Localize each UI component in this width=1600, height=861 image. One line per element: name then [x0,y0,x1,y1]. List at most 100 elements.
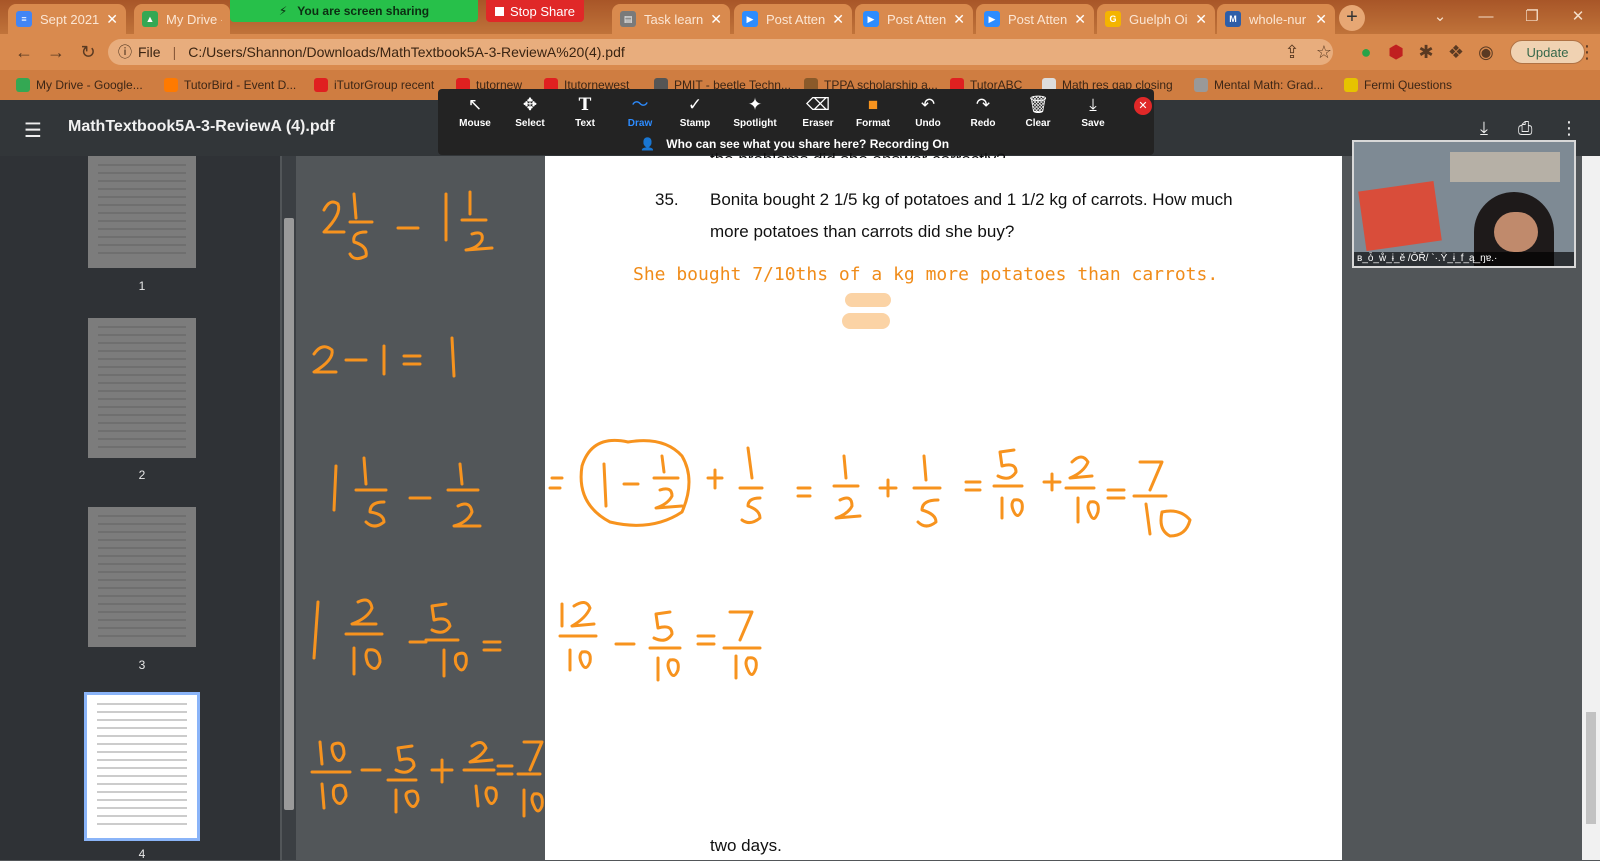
shield-icon: ⚡ [278,4,288,18]
bookmark-my-drive[interactable]: My Drive - Google... [16,76,143,94]
page-thumbnail-4-selected[interactable] [84,692,200,841]
page-thumbnail-1[interactable] [88,156,196,268]
docs-icon: ≡ [16,11,32,27]
extension-icon[interactable]: ✱ [1414,40,1438,64]
ink-expression-3 [332,456,482,528]
pdf-title: MathTextbook5A-3-ReviewA (4).pdf [68,118,335,135]
drive-icon [16,78,30,92]
zoom-icon: ▶ [863,11,879,27]
stop-share-button[interactable]: Stop Share [486,0,584,22]
address-bar[interactable]: ⓘ File | C:/Users/Shannon/Downloads/Math… [108,39,1333,65]
ink-expression-4 [312,598,502,678]
zoom-icon: ▶ [742,11,758,27]
tab-post-atten-1[interactable]: ▶ Post Atten ✕ [734,4,852,34]
star-icon[interactable]: ☆ [1312,40,1336,64]
more-icon[interactable]: ⋮ [1578,40,1596,64]
move-icon: ✥ [522,95,538,114]
question-text: Bonita bought 2 1/5 kg of potatoes and 1… [710,190,1233,209]
update-button[interactable]: Update [1510,40,1585,64]
bookmark-fermi[interactable]: Fermi Questions [1344,76,1452,94]
more-icon[interactable]: ⋮ [1560,118,1578,139]
person-icon: 👤 [640,137,655,151]
sidebar-scrollbar-thumb[interactable] [284,218,294,810]
tool-undo[interactable]: ↶ Undo [901,94,955,134]
tool-spotlight[interactable]: ✦ Spotlight [728,94,782,134]
tool-redo[interactable]: ↷ Redo [956,94,1010,134]
zoom-icon: ▶ [984,11,1000,27]
tab-task-learn[interactable]: ▤ Task learn ✕ [612,4,730,34]
webcam-video[interactable] [1352,140,1576,268]
new-tab-button[interactable]: + [1339,5,1365,31]
question-text: more potatoes than carrots did she buy? [710,222,1015,241]
trash-icon: 🗑 [1027,95,1049,114]
close-annotation-icon[interactable]: ✕ [1134,97,1152,115]
back-icon[interactable]: ← [12,40,36,64]
avatar[interactable]: ◉ [1474,40,1498,64]
close-icon[interactable]: ✕ [953,11,965,28]
spotlight-icon: ✦ [747,95,763,114]
tool-mouse[interactable]: ↖ Mouse [448,94,502,134]
ink-expression-5 [310,740,544,818]
cursor-icon: ↖ [467,95,483,114]
draw-icon: 〜 [631,95,649,114]
bookmark-itutorgroup[interactable]: iTutorGroup recent [314,76,434,94]
bookmark-tutorbird[interactable]: TutorBird - Event D... [164,76,296,94]
page-number: 1 [138,279,146,293]
text-icon: T [578,95,592,115]
page-number: 2 [138,468,146,482]
restore-button[interactable]: ❐ [1512,4,1552,30]
page-thumbnail-3[interactable] [88,507,196,647]
page-text: two days. [710,836,782,855]
recording-notice[interactable]: 👤 Who can see what you share here? Recor… [640,137,949,151]
close-icon[interactable]: ✕ [710,11,722,28]
ublock-icon[interactable]: ⬢ [1384,40,1408,64]
tab-whole-number[interactable]: M whole-nur ✕ [1217,4,1335,34]
close-window-button[interactable]: ✕ [1558,4,1598,30]
drive-icon: ▲ [142,11,158,27]
tab-post-atten-2[interactable]: ▶ Post Atten ✕ [855,4,973,34]
info-icon[interactable]: ⓘ [118,42,132,62]
pdf-page [545,156,1342,860]
close-icon[interactable]: ✕ [1074,11,1086,28]
close-icon[interactable]: ✕ [832,11,844,28]
puzzle-icon[interactable]: ❖ [1444,40,1468,64]
menu-icon[interactable]: ☰ [24,118,42,143]
share-icon[interactable]: ⇪ [1280,40,1304,64]
minimize-button[interactable]: — [1466,4,1506,30]
tab-guelph[interactable]: G Guelph Oi ✕ [1097,4,1215,34]
tool-select[interactable]: ✥ Select [503,94,557,134]
tool-clear[interactable]: 🗑 Clear [1011,94,1065,134]
chevron-down-icon[interactable]: ⌄ [1420,4,1460,30]
tool-text[interactable]: T Text [558,94,612,134]
participant-name: ʙ_ȱ_ẘ_ɨ_ě /ŌŘ/ `·.Ÿ_ɨ_f_ą_ŋɐ.· [1354,252,1574,266]
typed-answer[interactable]: She bought 7/10ths of a kg more potatoes… [633,264,1218,285]
tool-eraser[interactable]: ⌫ Eraser [791,94,845,134]
tab-sept-2021[interactable]: ≡ Sept 2021 ✕ [8,4,126,34]
save-icon: ⤓ [1089,95,1097,114]
download-icon[interactable]: ⤓ [1480,118,1488,139]
reload-icon[interactable]: ↻ [76,40,100,64]
bookmark-mental-math[interactable]: Mental Math: Grad... [1194,76,1323,94]
main-scrollbar-thumb[interactable] [1586,712,1596,824]
tool-stamp[interactable]: ✓ Stamp [668,94,722,134]
screen-sharing-indicator[interactable]: ⚡ You are screen sharing [230,0,478,22]
close-icon[interactable]: ✕ [1315,11,1327,28]
page-thumbnail-2[interactable] [88,318,196,458]
close-icon[interactable]: ✕ [106,11,118,28]
close-icon[interactable]: ✕ [1195,11,1207,28]
extension-icon[interactable]: ● [1354,40,1378,64]
page-number: 4 [138,847,146,861]
question-number: 35. [655,190,679,209]
tab-my-drive[interactable]: ▲ My Drive - [134,4,230,34]
tool-draw[interactable]: 〜 Draw [613,94,667,134]
mw-icon: M [1225,11,1241,27]
print-icon[interactable]: ⎙ [1518,118,1532,139]
ink-expression-1 [322,190,494,261]
check-icon: ✓ [687,95,703,114]
tab-post-atten-3[interactable]: ▶ Post Atten ✕ [976,4,1094,34]
tool-save[interactable]: ⤓ Save [1066,94,1120,134]
globe-icon: G [1105,11,1121,27]
forward-icon[interactable]: → [44,40,68,64]
tool-format[interactable]: ■ Format [846,94,900,134]
undo-icon: ↶ [920,95,936,114]
